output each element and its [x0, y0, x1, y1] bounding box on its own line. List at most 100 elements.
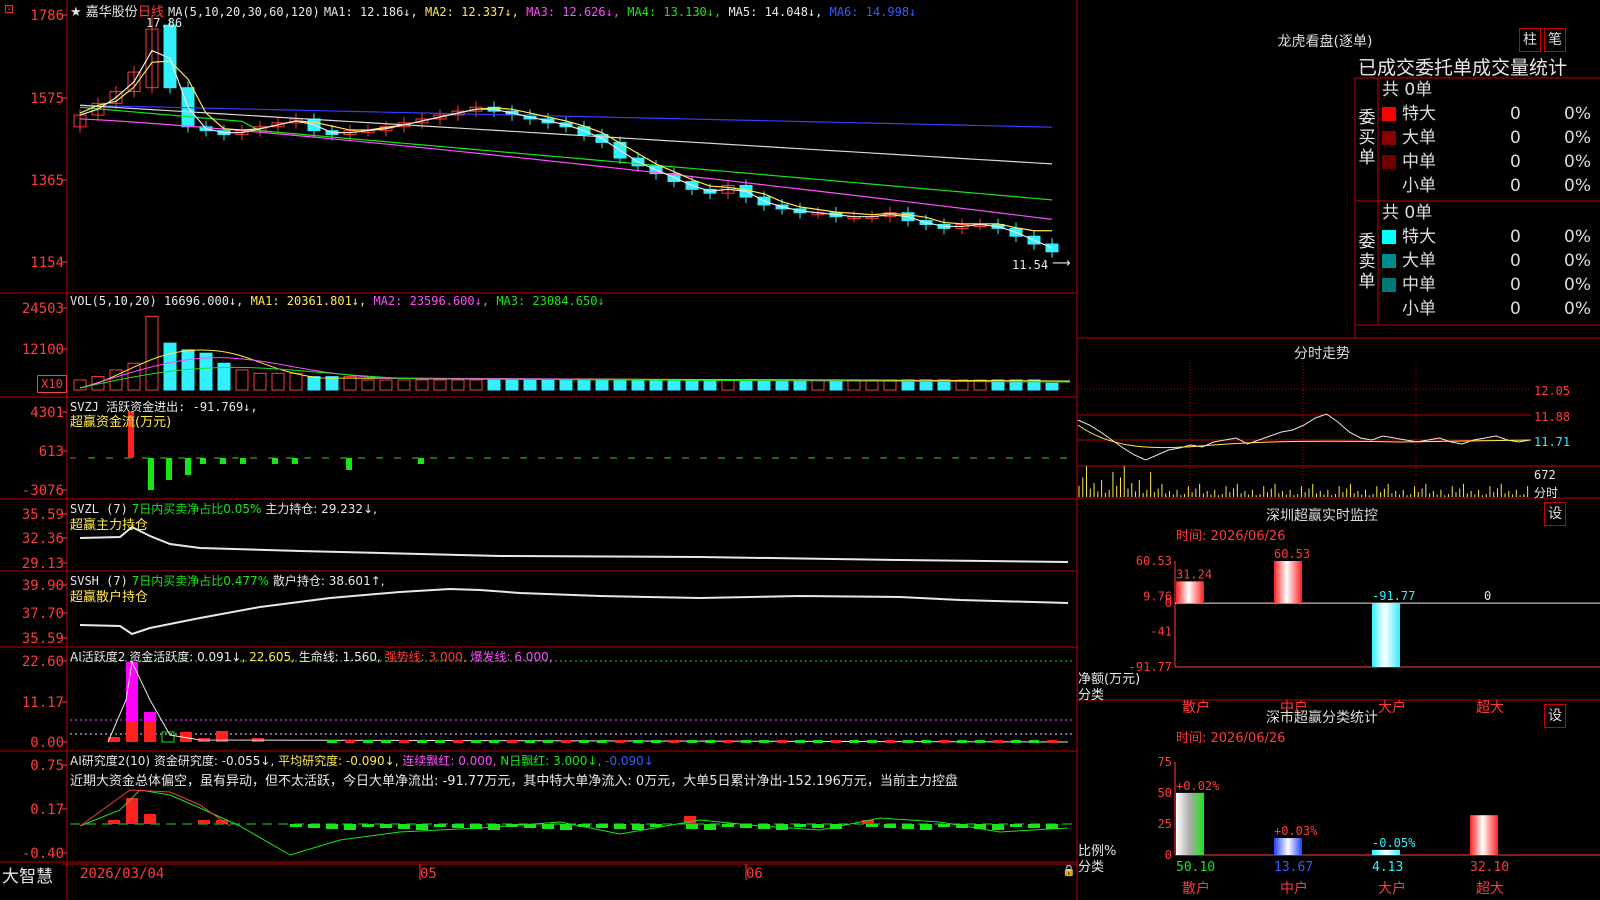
- ai2-bar: [326, 824, 338, 829]
- ai1-bar: [161, 731, 175, 743]
- ai1-bar: [126, 722, 138, 742]
- buy-name: 特大: [1402, 104, 1436, 124]
- sz-monitor-settings-button[interactable]: 设: [1544, 502, 1566, 526]
- ai1-mini-bar: [687, 740, 697, 743]
- fenshi-tick-4: 672: [1534, 468, 1556, 482]
- volume-bar: [73, 379, 87, 391]
- ai2-bar: [290, 824, 302, 827]
- date-tick-1: 2026/03/04: [80, 866, 165, 882]
- volume-bar: [829, 379, 843, 391]
- ai2-summary: 近期大资金总体偏空，虽有异动，但不太活跃，今日大单净流出: -91.77万元，其…: [70, 774, 958, 789]
- class-value-label: 13.67: [1274, 860, 1313, 875]
- ma2-line: [79, 60, 1052, 232]
- buy-side-label: 委买单: [1358, 108, 1376, 168]
- vol-tick-2: 12100: [21, 342, 64, 358]
- ai1-tick-2: 11.17: [21, 695, 64, 711]
- vol-name: VOL(5,10,20): [70, 294, 157, 308]
- volume-bar: [577, 379, 591, 391]
- lock-icon[interactable]: 🔒: [1062, 864, 1076, 877]
- monitor-bar: [1372, 603, 1400, 667]
- high-label: 17.86: [146, 16, 183, 30]
- class-tick: 50: [1158, 786, 1172, 800]
- ai2-bar: [416, 824, 428, 830]
- ai1-mini-bar: [885, 740, 895, 743]
- ai1-mini-bar: [615, 740, 625, 743]
- volume-bar: [613, 379, 627, 391]
- buy-swatch: [1382, 107, 1396, 121]
- volume-bar: [775, 379, 789, 391]
- buy-count: 0: [1510, 128, 1521, 148]
- svsh-sub: 超赢散户持仓: [70, 590, 149, 605]
- star-icon[interactable]: ★: [70, 5, 82, 20]
- ai2-bar: [198, 820, 210, 824]
- ai1-v4: 强势线: 3.000,: [384, 650, 467, 664]
- ai1-mini-bar: [777, 740, 787, 743]
- buy-rows: 特大 0 0% 大单 0 0% 中单 0 0% 小单 0 0%: [1382, 102, 1600, 198]
- buy-pct: 0%: [1564, 128, 1591, 148]
- sell-swatch: [1382, 230, 1396, 244]
- ai1-mini-bar: [633, 740, 643, 743]
- ai2-bar: [398, 824, 410, 829]
- date-tick-2: 05: [420, 866, 437, 882]
- ai2-bar: [812, 824, 824, 828]
- tick-mode-button[interactable]: 笔: [1544, 28, 1566, 52]
- ma-value-1: MA1: 12.186↓,: [323, 5, 425, 19]
- buy-pct: 0%: [1564, 152, 1591, 172]
- ai1-mini-bar: [1011, 740, 1021, 743]
- svsh-hold: 散户持仓: 38.601↑,: [272, 574, 385, 588]
- sell-pct: 0%: [1564, 251, 1591, 271]
- svzj-tick-3: -3076: [21, 483, 64, 499]
- buy-row: 中单 0 0%: [1382, 150, 1600, 174]
- vol-value: 16696.000↓,: [163, 294, 244, 308]
- monitor-tick: -41: [1150, 625, 1172, 639]
- ai2-v4: N日飘红: 3.000↓,: [500, 754, 602, 768]
- ai2-bar: [1010, 824, 1022, 827]
- volume-bar: [541, 379, 555, 391]
- buy-name: 大单: [1402, 128, 1436, 148]
- class-value-label: 32.10: [1470, 860, 1509, 875]
- volume-bar: [433, 379, 447, 391]
- monitor-bar: [1274, 561, 1302, 604]
- class-category-label: 散户: [1182, 880, 1210, 897]
- vol-unit-badge[interactable]: X10: [37, 375, 67, 393]
- ai2-bar: [902, 824, 914, 829]
- class-tick: 0: [1165, 848, 1172, 862]
- svzj-bar: [346, 458, 352, 470]
- ai1-mini-bar: [741, 740, 751, 743]
- ai1-mini-bar: [507, 740, 517, 743]
- volume-bar: [235, 369, 249, 391]
- bar-mode-button[interactable]: 柱: [1519, 28, 1541, 52]
- sell-pct: 0%: [1564, 227, 1591, 247]
- ai1-mini-bar: [669, 740, 679, 743]
- sell-row: 中单 0 0%: [1382, 273, 1600, 297]
- ai2-bar: [938, 824, 950, 827]
- svsh-desc: 7日内买卖净占比0.477%: [131, 574, 270, 588]
- ai1-mini-bar: [525, 740, 535, 743]
- ai1-mini-bar: [363, 740, 373, 743]
- sell-rows: 特大 0 0% 大单 0 0% 中单 0 0% 小单 0 0%: [1382, 225, 1600, 321]
- buy-row: 特大 0 0%: [1382, 102, 1600, 126]
- class-category-label: 大户: [1378, 880, 1406, 897]
- sell-row: 特大 0 0%: [1382, 225, 1600, 249]
- lhb-title: 龙虎看盘(逐单): [1277, 34, 1373, 50]
- ai1-mini-bar: [651, 740, 661, 743]
- monitor-tick: 60.53: [1136, 554, 1172, 568]
- buy-row: 大单 0 0%: [1382, 126, 1600, 150]
- ma-values: MA1: 12.186↓, MA2: 12.337↓, MA3: 12.626↓…: [324, 5, 916, 19]
- volume-bar: [145, 315, 159, 391]
- class-stat-settings-button[interactable]: 设: [1544, 704, 1566, 728]
- ai1-mini-bar: [723, 740, 733, 743]
- ai2-bar: [632, 824, 644, 830]
- buy-count: 0: [1510, 152, 1521, 172]
- fenshi-unit: 分时: [1534, 486, 1559, 500]
- ai1-mini-bar: [759, 740, 769, 743]
- ai1-mini-bar: [453, 740, 463, 743]
- sell-pct: 0%: [1564, 299, 1591, 319]
- ai1-v2: 22.605,: [249, 650, 295, 664]
- vol-ma2: MA2: 23596.600↓,: [373, 294, 490, 308]
- ai1-mini-bar: [795, 740, 805, 743]
- fenshi-tick-2: 11.88: [1534, 410, 1571, 424]
- sell-swatch: [1382, 278, 1396, 292]
- ai1-tick-3: 0.00: [30, 735, 64, 751]
- monitor-xunit: 分类: [1078, 688, 1105, 703]
